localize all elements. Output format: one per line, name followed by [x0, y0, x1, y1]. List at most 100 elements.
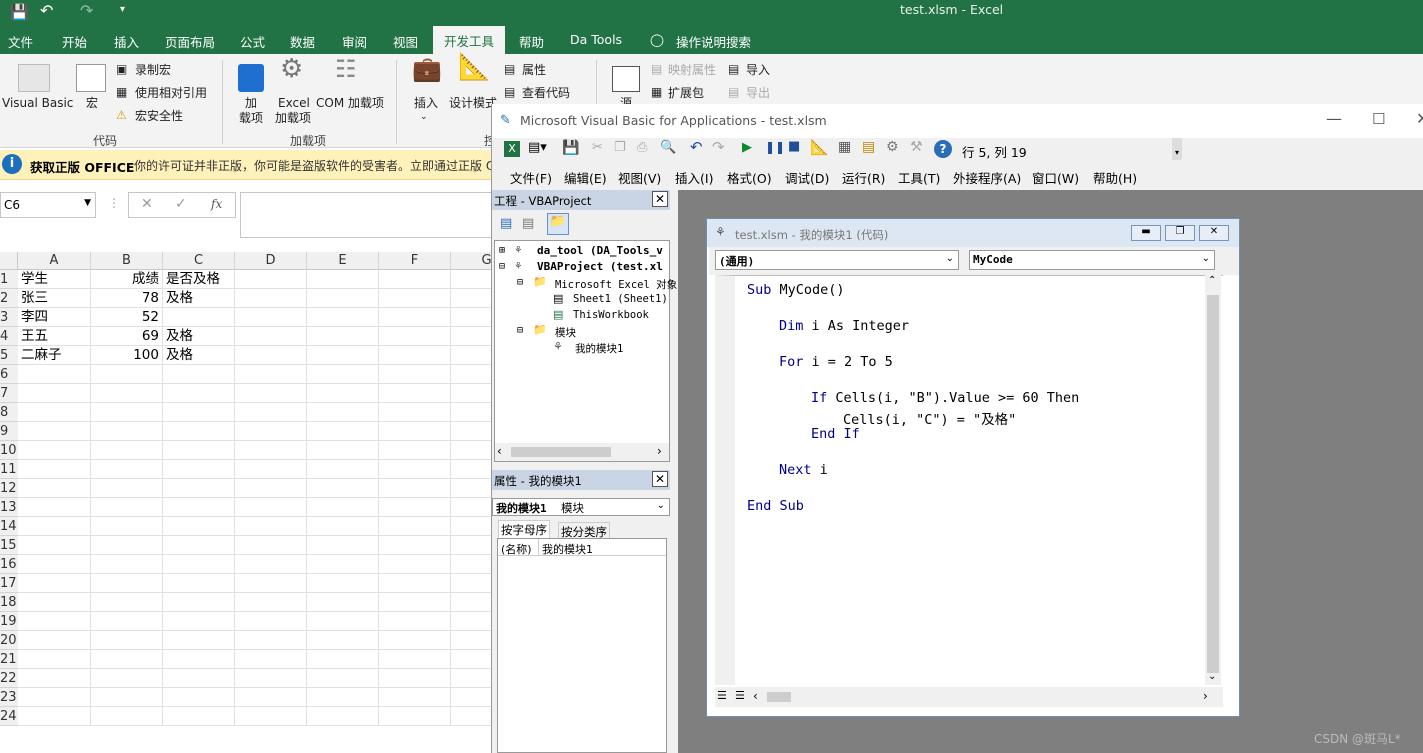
tab-review[interactable]: 审阅: [342, 32, 367, 51]
cell-d7[interactable]: [235, 384, 307, 403]
scroll-thumb[interactable]: [767, 692, 791, 702]
cell-b2[interactable]: 78: [91, 289, 163, 308]
cell-f13[interactable]: [379, 498, 451, 517]
code-line[interactable]: Sub MyCode(): [747, 282, 845, 298]
cell-b12[interactable]: [91, 479, 163, 498]
insert-control-button[interactable]: 插入: [414, 96, 438, 111]
cell-g24[interactable]: [451, 707, 492, 726]
cell-a17[interactable]: [18, 574, 91, 593]
minimize-icon[interactable]: —: [1326, 109, 1342, 128]
scroll-thumb[interactable]: [511, 447, 611, 457]
column-header[interactable]: A: [18, 252, 91, 270]
code-line[interactable]: End If: [811, 426, 860, 442]
cell-b17[interactable]: [91, 574, 163, 593]
toolbar-overflow-icon[interactable]: ▾: [1172, 138, 1182, 160]
cell-a9[interactable]: [18, 422, 91, 441]
copy-icon[interactable]: ❐: [614, 140, 626, 155]
column-header[interactable]: G: [451, 252, 492, 270]
cell-a21[interactable]: [18, 650, 91, 669]
macro-icon[interactable]: [76, 64, 106, 92]
cell-g10[interactable]: [451, 441, 492, 460]
name-box[interactable]: C6 ▼: [0, 192, 96, 218]
cell-a3[interactable]: 李四: [18, 308, 91, 327]
cell-d21[interactable]: [235, 650, 307, 669]
cell-d23[interactable]: [235, 688, 307, 707]
cell-b1[interactable]: 成绩: [91, 270, 163, 289]
view-object-icon[interactable]: ▤: [522, 216, 534, 231]
column-header[interactable]: B: [91, 252, 163, 270]
toolbox-icon[interactable]: ⚒: [910, 139, 923, 155]
cell-b7[interactable]: [91, 384, 163, 403]
cell-c5[interactable]: 及格: [163, 346, 235, 365]
tab-file[interactable]: 文件: [8, 32, 33, 51]
visual-basic-button[interactable]: Visual Basic: [2, 96, 73, 111]
cell-f12[interactable]: [379, 479, 451, 498]
cell-d15[interactable]: [235, 536, 307, 555]
chevron-down-icon[interactable]: ⌄: [946, 253, 954, 264]
undo-icon[interactable]: ↶: [40, 1, 53, 20]
cell-f4[interactable]: [379, 327, 451, 346]
addin-cube-icon[interactable]: [238, 64, 264, 92]
properties-button[interactable]: 属性: [522, 63, 546, 78]
code-hscrollbar[interactable]: ☰ ☰ ‹ ›: [715, 687, 1223, 707]
cell-b24[interactable]: [91, 707, 163, 726]
cell-d18[interactable]: [235, 593, 307, 612]
cell-e24[interactable]: [307, 707, 379, 726]
cell-b11[interactable]: [91, 460, 163, 479]
code-line[interactable]: Dim i As Integer: [779, 318, 909, 334]
cell-d24[interactable]: [235, 707, 307, 726]
select-all-corner[interactable]: [0, 252, 18, 270]
cell-g6[interactable]: [451, 365, 492, 384]
cell-e5[interactable]: [307, 346, 379, 365]
cell-e16[interactable]: [307, 555, 379, 574]
cell-e8[interactable]: [307, 403, 379, 422]
scroll-up-icon[interactable]: ⌃: [1208, 275, 1216, 286]
cell-a22[interactable]: [18, 669, 91, 688]
tell-me-search[interactable]: 操作说明搜索: [676, 32, 751, 51]
save-icon[interactable]: 💾: [562, 140, 579, 156]
cell-a10[interactable]: [18, 441, 91, 460]
tab-alphabetic[interactable]: 按字母序: [498, 520, 550, 539]
cell-e12[interactable]: [307, 479, 379, 498]
macro-security-button[interactable]: 宏安全性: [135, 109, 183, 124]
scroll-down-icon[interactable]: ⌄: [1208, 671, 1216, 682]
maximize-icon[interactable]: ☐: [1372, 110, 1385, 128]
row-header[interactable]: 11: [0, 460, 18, 479]
cell-c12[interactable]: [163, 479, 235, 498]
cell-d17[interactable]: [235, 574, 307, 593]
cell-f11[interactable]: [379, 460, 451, 479]
cell-c16[interactable]: [163, 555, 235, 574]
cell-b4[interactable]: 69: [91, 327, 163, 346]
cell-f20[interactable]: [379, 631, 451, 650]
cell-a6[interactable]: [18, 365, 91, 384]
cell-a23[interactable]: [18, 688, 91, 707]
row-header[interactable]: 16: [0, 555, 18, 574]
row-header[interactable]: 12: [0, 479, 18, 498]
find-icon[interactable]: 🔍: [660, 140, 676, 155]
row-header[interactable]: 21: [0, 650, 18, 669]
row-header[interactable]: 10: [0, 441, 18, 460]
collapse-icon[interactable]: ⊟: [517, 325, 523, 336]
cell-f9[interactable]: [379, 422, 451, 441]
cell-g16[interactable]: [451, 555, 492, 574]
cell-e15[interactable]: [307, 536, 379, 555]
cell-b9[interactable]: [91, 422, 163, 441]
cell-g9[interactable]: [451, 422, 492, 441]
tab-data[interactable]: 数据: [290, 32, 315, 51]
cell-e10[interactable]: [307, 441, 379, 460]
help-icon[interactable]: ?: [934, 140, 952, 158]
cell-b19[interactable]: [91, 612, 163, 631]
cell-d6[interactable]: [235, 365, 307, 384]
import-button[interactable]: 导入: [746, 63, 770, 78]
procedure-select[interactable]: MyCode ⌄: [969, 250, 1215, 270]
cell-a15[interactable]: [18, 536, 91, 555]
cell-b5[interactable]: 100: [91, 346, 163, 365]
cell-f15[interactable]: [379, 536, 451, 555]
excel-addins-line1[interactable]: Excel: [278, 96, 310, 111]
code-line[interactable]: Cells(i, "C") = "及格": [843, 408, 1016, 428]
design-mode-icon[interactable]: 📐: [458, 54, 490, 80]
scroll-left-icon[interactable]: ‹: [753, 689, 758, 703]
row-header[interactable]: 13: [0, 498, 18, 517]
cell-b21[interactable]: [91, 650, 163, 669]
cell-a19[interactable]: [18, 612, 91, 631]
